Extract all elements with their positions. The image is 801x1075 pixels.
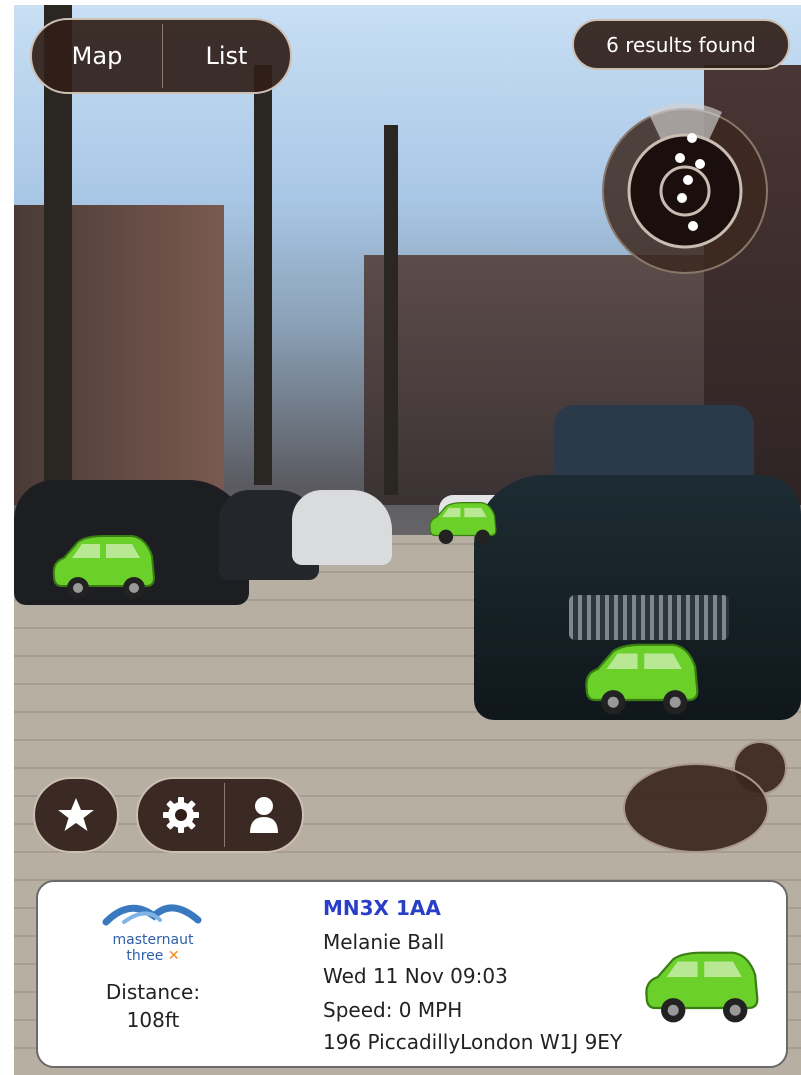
profile-button[interactable] xyxy=(225,779,302,851)
results-count-badge: 6 results found xyxy=(572,19,790,70)
radar-blip xyxy=(677,193,687,203)
tree-trunk xyxy=(254,65,272,485)
car-grille xyxy=(569,595,729,640)
driver-name: Melanie Ball xyxy=(323,930,445,954)
distance-value: 108ft xyxy=(126,1008,180,1032)
favorites-button[interactable] xyxy=(33,777,119,853)
vehicle-registration: MN3X 1AA xyxy=(323,896,441,920)
vehicle-speed: Speed: 0 MPH xyxy=(323,998,463,1022)
brand-x-icon: ✕ xyxy=(167,948,180,964)
radar-blip xyxy=(675,153,685,163)
last-update-time: Wed 11 Nov 09:03 xyxy=(323,964,508,988)
radar-blip xyxy=(688,221,698,231)
gear-icon xyxy=(163,797,199,833)
vehicle-marker-icon[interactable] xyxy=(580,640,704,718)
brand-subname-text: three xyxy=(126,948,164,964)
masternaut-logo-icon xyxy=(102,904,202,926)
radar-blip xyxy=(687,133,697,143)
radar-blip xyxy=(683,175,693,185)
person-icon xyxy=(249,797,278,833)
view-toggle: Map List xyxy=(30,18,292,94)
settings-button[interactable] xyxy=(138,779,224,851)
vehicle-marker-icon[interactable] xyxy=(48,532,160,602)
tools-group xyxy=(136,777,304,853)
list-tab[interactable]: List xyxy=(163,20,290,92)
map-tab[interactable]: Map xyxy=(32,20,162,92)
vehicle-address: 196 PiccadillyLondon W1J 9EY xyxy=(323,1030,623,1054)
tree-trunk xyxy=(384,125,398,495)
brand-subname: three ✕ xyxy=(78,948,228,964)
parked-car xyxy=(292,490,392,565)
radar-blip xyxy=(695,159,705,169)
vehicle-marker-icon[interactable] xyxy=(426,500,500,546)
radar-icon[interactable] xyxy=(600,102,770,280)
vehicle-icon xyxy=(645,951,759,1023)
vehicle-info-card[interactable]: masternaut three ✕ Distance: 108ft MN3X … xyxy=(36,880,788,1068)
star-icon xyxy=(58,798,94,831)
brand-name: masternaut xyxy=(112,932,194,948)
distance-label: Distance: xyxy=(105,980,201,1004)
info-bubble-toggle[interactable] xyxy=(618,738,790,858)
